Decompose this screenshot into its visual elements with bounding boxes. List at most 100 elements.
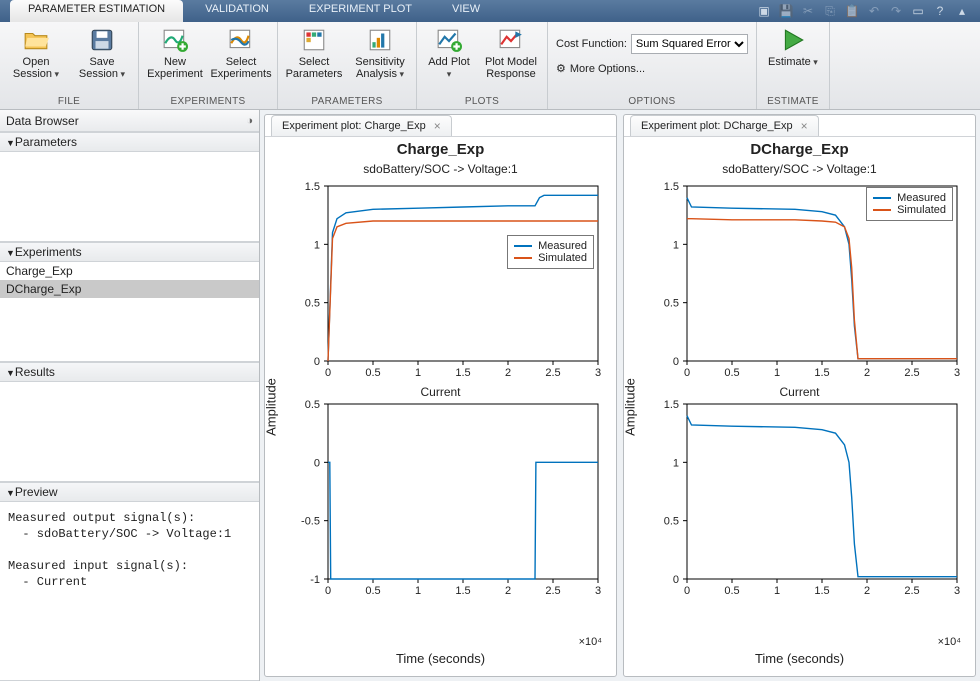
qat-layout-icon[interactable]: ▭ — [910, 3, 926, 19]
experiments-section-header[interactable]: Experiments — [0, 242, 259, 262]
ribbon-group-file: Open Session Save Session FILE — [0, 22, 139, 109]
plot-model-response-icon — [497, 26, 525, 54]
chart-subtitle: sdoBattery/SOC -> Voltage:1 — [265, 158, 616, 176]
more-options-button[interactable]: ⚙ More Options... — [556, 62, 748, 75]
ribbon-group-title: ESTIMATE — [765, 94, 821, 109]
cost-function-select[interactable]: Sum Squared Error — [631, 34, 748, 54]
svg-text:2.5: 2.5 — [904, 585, 919, 594]
tab-validation[interactable]: VALIDATION — [187, 0, 287, 22]
cost-function-label: Cost Function: — [556, 38, 627, 50]
select-experiments-button[interactable]: Select Experiments — [213, 26, 269, 80]
new-experiment-button[interactable]: New Experiment — [147, 26, 203, 80]
ribbon-group-experiments: New Experiment Select Experiments EXPERI… — [139, 22, 278, 109]
qat-shortcut-icon[interactable]: ▣ — [756, 3, 772, 19]
plot-tab[interactable]: Experiment plot: Charge_Exp × — [271, 115, 452, 136]
ribbon-group-options: Cost Function: Sum Squared Error ⚙ More … — [548, 22, 757, 109]
estimate-button[interactable]: Estimate — [765, 26, 821, 68]
svg-text:1.5: 1.5 — [455, 367, 470, 376]
svg-text:-0.5: -0.5 — [301, 516, 320, 528]
parameters-list[interactable] — [0, 152, 259, 242]
x-axis-exponent: ×10⁴ — [938, 636, 961, 648]
svg-text:0: 0 — [684, 585, 690, 594]
plot-canvas[interactable]: Charge_Exp sdoBattery/SOC -> Voltage:1 A… — [265, 137, 616, 676]
svg-text:0.5: 0.5 — [724, 367, 739, 376]
qat-help-icon[interactable]: ? — [932, 3, 948, 19]
ribbon-group-title: PARAMETERS — [286, 94, 408, 109]
qat-copy-icon[interactable]: ⎘ — [822, 3, 838, 19]
save-session-button[interactable]: Save Session — [74, 26, 130, 80]
svg-text:1: 1 — [415, 367, 421, 376]
tab-view[interactable]: VIEW — [434, 0, 498, 22]
main-tabstrip: PARAMETER ESTIMATION VALIDATION EXPERIME… — [0, 0, 980, 22]
plot-tab[interactable]: Experiment plot: DCharge_Exp × — [630, 115, 819, 136]
svg-text:2: 2 — [505, 367, 511, 376]
svg-text:2: 2 — [864, 367, 870, 376]
svg-text:0: 0 — [325, 585, 331, 594]
qat-undo-icon[interactable]: ↶ — [866, 3, 882, 19]
chart-legend: Measured Simulated — [866, 187, 953, 221]
svg-text:1: 1 — [774, 367, 780, 376]
add-plot-button[interactable]: Add Plot — [425, 26, 473, 80]
plot-model-response-button[interactable]: Plot Model Response — [483, 26, 539, 80]
ribbon-group-title: PLOTS — [425, 94, 539, 109]
new-experiment-icon — [161, 26, 189, 54]
results-list[interactable] — [0, 382, 259, 482]
results-section-header[interactable]: Results — [0, 362, 259, 382]
tab-experiment-plot[interactable]: EXPERIMENT PLOT — [291, 0, 430, 22]
select-parameters-button[interactable]: Select Parameters — [286, 26, 342, 80]
svg-text:1: 1 — [415, 585, 421, 594]
svg-text:2.5: 2.5 — [545, 367, 560, 376]
svg-text:0: 0 — [684, 367, 690, 376]
svg-text:0.5: 0.5 — [305, 399, 320, 411]
folder-open-icon — [22, 26, 50, 54]
sensitivity-analysis-button[interactable]: Sensitivity Analysis — [352, 26, 408, 80]
svg-text:1: 1 — [774, 585, 780, 594]
svg-text:2: 2 — [505, 585, 511, 594]
chart-current: 00.511.522.5300.511.5 — [652, 399, 980, 594]
svg-text:2.5: 2.5 — [545, 585, 560, 594]
chart-subtitle: Current — [624, 381, 975, 399]
experiments-list: Charge_Exp DCharge_Exp — [0, 262, 259, 362]
tab-parameter-estimation[interactable]: PARAMETER ESTIMATION — [10, 0, 183, 22]
chart-subtitle: sdoBattery/SOC -> Voltage:1 — [624, 158, 975, 176]
svg-text:0: 0 — [673, 574, 679, 586]
x-axis-exponent: ×10⁴ — [579, 636, 602, 648]
panel-menu-icon[interactable]: ◑ — [246, 115, 253, 127]
svg-text:0.5: 0.5 — [365, 585, 380, 594]
list-item[interactable]: DCharge_Exp — [0, 280, 259, 298]
svg-text:3: 3 — [595, 367, 601, 376]
svg-text:0: 0 — [314, 457, 320, 469]
plot-canvas[interactable]: DCharge_Exp sdoBattery/SOC -> Voltage:1 … — [624, 137, 975, 676]
svg-text:0.5: 0.5 — [305, 298, 320, 310]
svg-text:0: 0 — [314, 356, 320, 368]
sensitivity-icon — [366, 26, 394, 54]
svg-text:0.5: 0.5 — [664, 516, 679, 528]
list-item[interactable]: Charge_Exp — [0, 262, 259, 280]
ribbon-group-parameters: Select Parameters Sensitivity Analysis P… — [278, 22, 417, 109]
qat-redo-icon[interactable]: ↷ — [888, 3, 904, 19]
parameters-section-header[interactable]: Parameters — [0, 132, 259, 152]
open-session-button[interactable]: Open Session — [8, 26, 64, 80]
x-axis-label: Time (seconds) — [265, 651, 616, 666]
svg-text:1: 1 — [673, 457, 679, 469]
quick-access-toolbar: ▣ 💾 ✂ ⎘ 📋 ↶ ↷ ▭ ? ▴ — [756, 0, 980, 22]
svg-text:0: 0 — [325, 367, 331, 376]
plot-pane-dcharge: Experiment plot: DCharge_Exp × DCharge_E… — [623, 114, 976, 677]
chart-current: 00.511.522.53-1-0.500.5 — [293, 399, 623, 594]
ribbon-group-title: EXPERIMENTS — [147, 94, 269, 109]
preview-section-header[interactable]: Preview — [0, 482, 259, 502]
svg-text:0.5: 0.5 — [664, 298, 679, 310]
qat-minimize-ribbon-icon[interactable]: ▴ — [954, 3, 970, 19]
ribbon-group-plots: Add Plot Plot Model Response PLOTS — [417, 22, 548, 109]
close-icon[interactable]: × — [434, 119, 441, 133]
chart-title: DCharge_Exp — [624, 137, 975, 158]
plot-pane-charge: Experiment plot: Charge_Exp × Charge_Exp… — [264, 114, 617, 677]
close-icon[interactable]: × — [801, 119, 808, 133]
svg-text:1.5: 1.5 — [814, 367, 829, 376]
qat-paste-icon[interactable]: 📋 — [844, 3, 860, 19]
svg-text:1: 1 — [673, 239, 679, 251]
qat-save-icon[interactable]: 💾 — [778, 3, 794, 19]
ribbon-group-title: OPTIONS — [556, 94, 748, 109]
svg-text:1.5: 1.5 — [664, 181, 679, 193]
qat-cut-icon[interactable]: ✂ — [800, 3, 816, 19]
